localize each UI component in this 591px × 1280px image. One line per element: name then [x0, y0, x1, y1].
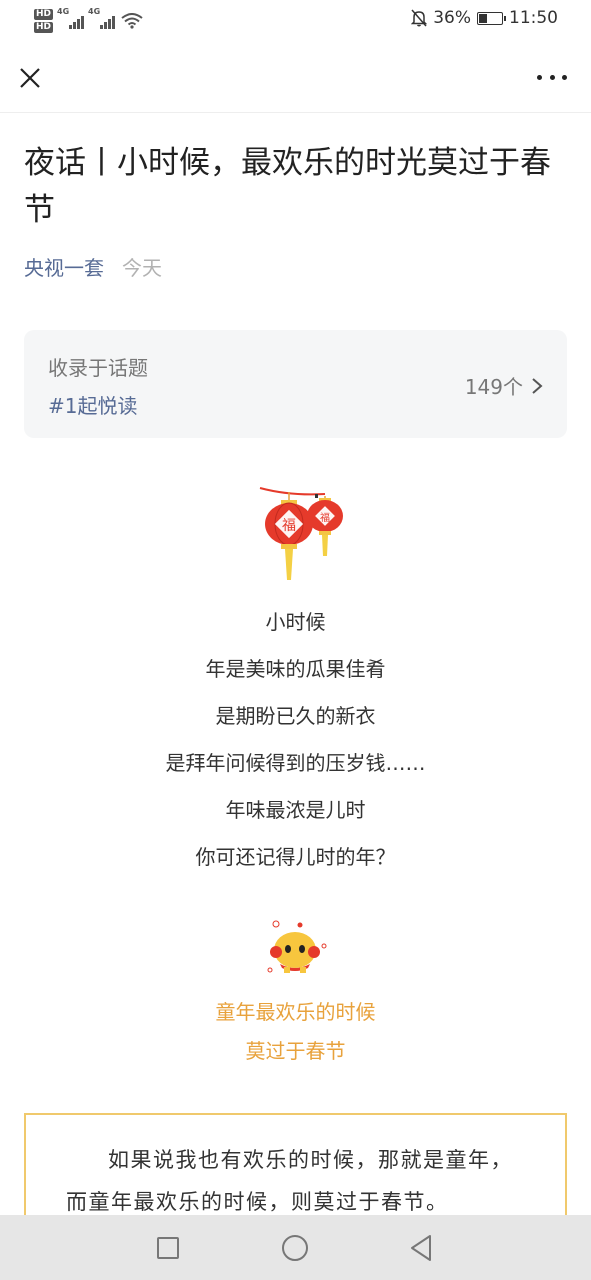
close-icon[interactable] [16, 64, 44, 92]
author-link[interactable]: 央视一套 [24, 252, 104, 281]
wifi-icon [121, 13, 143, 29]
signal-icon-1: 4G [57, 7, 85, 29]
status-left: HD HD 4G 4G [34, 4, 143, 38]
topic-count-text: 149个 [464, 375, 523, 399]
poem-line: 年味最浓是儿时 [225, 798, 366, 822]
mascot-icon [267, 920, 327, 973]
poem-line: 小时候 [265, 610, 326, 634]
lantern-char-small: 福 [320, 511, 330, 524]
poem-line: 是期盼已久的新衣 [215, 704, 376, 728]
battery-icon [477, 11, 506, 25]
poem-line: 年是美味的瓜果佳肴 [205, 657, 386, 681]
highlight-line: 莫过于春节 [245, 1039, 346, 1063]
lantern-icon: 福 福 [259, 487, 343, 580]
back-icon[interactable] [408, 1233, 434, 1263]
more-options-icon[interactable] [537, 72, 567, 82]
article-title: 夜话丨小时候，最欢乐的时光莫过于春节 [24, 145, 551, 228]
topic-name[interactable]: #1起悦读 [48, 390, 137, 419]
mute-bell-icon [411, 9, 428, 27]
poem-line: 是拜年问候得到的压岁钱…… [165, 751, 426, 775]
lantern-char: 福 [282, 518, 296, 534]
battery-percent: 36% [433, 8, 471, 28]
article-meta: 央视一套 今天 [24, 252, 162, 281]
network-type-2: 4G [88, 7, 101, 16]
topic-label: 收录于话题 [48, 356, 148, 380]
status-bar: HD HD 4G 4G 36% 11:50 [0, 0, 591, 42]
signal-icon-2: 4G [88, 7, 116, 29]
topic-card[interactable]: 收录于话题 #1起悦读 149个 [24, 330, 567, 438]
hd-badge-2: HD [34, 22, 54, 33]
hd-badge-1: HD [34, 9, 54, 20]
topic-count: 149个 [465, 371, 543, 400]
recent-apps-icon[interactable] [157, 1237, 179, 1259]
home-icon[interactable] [282, 1235, 308, 1261]
status-right: 36% 11:50 [411, 8, 558, 28]
paragraph-text: 如果说我也有欢乐的时候，那就是童年，而童年最欢乐的时候，则莫过于春节。 [66, 1148, 513, 1214]
nav-bar [0, 42, 591, 113]
network-type-1: 4G [57, 7, 70, 16]
clock: 11:50 [509, 8, 558, 28]
poem-line: 你可还记得儿时的年？ [195, 845, 396, 869]
highlight-line: 童年最欢乐的时候 [215, 1000, 376, 1024]
battery-fill [479, 13, 487, 23]
hd-indicators: HD HD [34, 9, 54, 33]
chevron-right-icon [532, 377, 543, 394]
publish-date: 今天 [122, 256, 162, 280]
system-nav-bar [0, 1215, 591, 1280]
